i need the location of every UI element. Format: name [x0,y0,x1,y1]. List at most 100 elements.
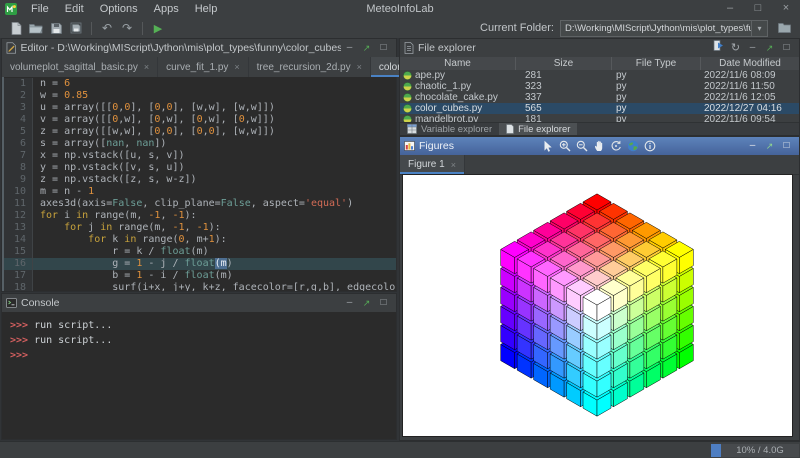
file-row[interactable]: color_cubes.py565py2022/12/27 04:16 [400,103,799,114]
editor-detach-button[interactable]: ↗ [358,40,375,56]
file-explorer-maximize-button[interactable]: □ [778,40,795,56]
close-icon[interactable]: × [357,62,362,72]
tab-volumeplot-sagittal-basic[interactable]: volumeplot_sagittal_basic.py× [2,57,158,77]
file-date-modified: 2022/12/27 04:16 [701,103,799,114]
column-header-file-type[interactable]: File Type [612,57,701,70]
line-number: 6 [4,138,33,150]
tab-figure-1[interactable]: Figure 1× [400,155,465,174]
zoom-out-tool-button[interactable] [574,138,591,154]
open-file-button[interactable] [26,19,46,37]
code-line: 1n = 6 [4,78,396,90]
save-button[interactable] [46,19,66,37]
rotate-tool-button[interactable] [608,138,625,154]
new-file-button[interactable] [6,19,26,37]
line-number: 16 [4,258,33,270]
console-output[interactable]: >>> run script...>>> run script...>>> [2,312,396,439]
line-number: 7 [4,150,33,162]
identify-tool-button[interactable] [642,138,659,154]
file-type: py [612,92,701,103]
file-type: py [612,103,701,114]
run-script-button[interactable]: ▶ [148,19,168,37]
window-close-button[interactable]: × [772,0,800,18]
file-date-modified: 2022/11/6 12:05 [701,92,799,103]
console-detach-button[interactable]: ↗ [358,295,375,311]
window-minimize-button[interactable]: – [716,0,744,18]
editor-icon [6,42,17,54]
figures-detach-button[interactable]: ↗ [761,138,778,154]
pointer-tool-button[interactable] [540,138,557,154]
line-number: 9 [4,174,33,186]
tab-tree-recursion-2d[interactable]: tree_recursion_2d.py× [249,57,371,77]
current-folder-combobox[interactable]: D:\Working\MIScript\Jython\mis\plot_type… [560,20,768,37]
line-number: 13 [4,222,33,234]
line-number: 1 [4,78,33,90]
figures-minimize-button[interactable]: – [744,138,761,154]
tab-variable-explorer[interactable]: Variable explorer [400,123,499,135]
file-row[interactable]: chaotic_1.py323py2022/11/6 11:50 [400,81,799,92]
browse-folder-button[interactable] [774,19,794,37]
menu-options[interactable]: Options [92,0,146,18]
figures-tab-bar: Figure 1× [400,155,799,175]
file-explorer-panel: File explorer ↻ – ↗ □ Name Size File Typ… [399,38,800,136]
window-maximize-button[interactable]: □ [744,0,772,18]
console-minimize-button[interactable]: – [341,295,358,311]
code-line: 4v = array([[0,w], [0,w], [0,w], [0,w]]) [4,114,396,126]
figures-maximize-button[interactable]: □ [778,138,795,154]
app-logo-icon [5,3,17,15]
menu-edit[interactable]: Edit [57,0,92,18]
close-icon[interactable]: × [451,160,456,170]
console-title: Console [21,297,60,309]
file-row[interactable]: ape.py281py2022/11/6 08:09 [400,70,799,81]
redo-button[interactable]: ↷ [117,19,137,37]
info-icon [644,140,656,152]
editor-maximize-button[interactable]: □ [375,40,392,56]
zoom-in-tool-button[interactable] [557,138,574,154]
column-header-date-modified[interactable]: Date Modified [701,57,799,70]
close-icon[interactable]: × [144,62,149,72]
line-number: 10 [4,186,33,198]
pan-tool-button[interactable] [591,138,608,154]
refresh-icon[interactable]: ↻ [727,40,744,56]
column-header-size[interactable]: Size [516,57,612,70]
file-type: py [612,81,701,92]
pointer-icon [543,140,553,152]
toolbar-separator [142,22,143,35]
save-as-button[interactable] [66,19,86,37]
file-type: py [612,70,701,81]
new-file-icon [11,22,22,35]
rotate-icon [610,140,622,152]
current-folder-label: Current Folder: [480,22,554,34]
menu-file[interactable]: File [23,0,57,18]
code-line: 5z = array([[w,w], [0,0], [0,0], [w,w]]) [4,126,396,138]
editor-tab-bar: volumeplot_sagittal_basic.py× curve_fit_… [2,57,396,78]
code-line: 15 r = k / float(m) [4,246,396,258]
open-file-blue-icon [713,40,725,51]
zoom-in-icon [559,140,571,152]
code-line: 10m = n - 1 [4,186,396,198]
menu-help[interactable]: Help [187,0,226,18]
line-number: 15 [4,246,33,258]
globe-tool-button[interactable] [625,138,642,154]
file-name: color_cubes.py [415,103,482,114]
file-explorer-detach-button[interactable]: ↗ [761,40,778,56]
tab-file-explorer[interactable]: File explorer [499,123,577,135]
figure-canvas[interactable] [402,174,793,437]
chevron-down-icon[interactable]: ▾ [751,21,767,36]
file-row[interactable]: chocolate_cake.py337py2022/11/6 12:05 [400,92,799,103]
close-icon[interactable]: × [234,62,239,72]
editor-minimize-button[interactable]: – [341,40,358,56]
file-size: 337 [516,92,612,103]
menu-apps[interactable]: Apps [146,0,187,18]
code-editor[interactable]: 1n = 62w = 0.853u = array([[0,0], [0,0],… [2,77,396,291]
undo-button[interactable]: ↶ [97,19,117,37]
file-name: ape.py [415,70,445,81]
open-selected-file-button[interactable] [710,40,727,57]
code-line: 6s = array([nan, nan]) [4,138,396,150]
tab-curve-fit-1[interactable]: curve_fit_1.py× [158,57,249,77]
file-explorer-minimize-button[interactable]: – [744,40,761,56]
console-maximize-button[interactable]: □ [375,295,392,311]
variable-explorer-icon [407,124,417,134]
column-header-name[interactable]: Name [400,57,516,70]
current-folder-value: D:\Working\MIScript\Jython\mis\plot_type… [561,23,751,34]
window-title: MeteoInfoLab [366,3,433,15]
